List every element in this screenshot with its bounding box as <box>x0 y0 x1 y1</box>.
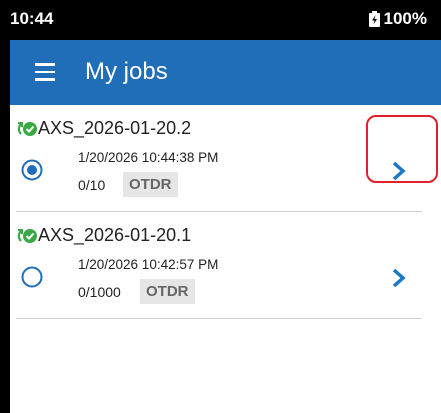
page-title: My jobs <box>85 58 168 85</box>
status-bar: 10:44 100% <box>0 0 441 40</box>
job-datetime: 1/20/2026 10:44:38 PM <box>78 150 219 165</box>
sync-check-icon <box>17 122 37 136</box>
radio-selected[interactable] <box>21 159 43 181</box>
list-divider <box>16 318 422 319</box>
job-count: 0/1000 <box>78 284 121 300</box>
job-list: AXS_2026-01-20.2 1/20/2026 10:44:38 PM 0… <box>10 105 441 413</box>
app-bar: My jobs <box>10 40 441 105</box>
status-time: 10:44 <box>10 9 54 28</box>
sync-check-icon <box>17 229 37 243</box>
job-list-item[interactable]: AXS_2026-01-20.1 1/20/2026 10:42:57 PM 0… <box>10 212 441 318</box>
radio-unselected[interactable] <box>21 266 43 288</box>
job-datetime: 1/20/2026 10:42:57 PM <box>78 257 219 272</box>
battery-icon <box>368 11 380 27</box>
job-list-item[interactable]: AXS_2026-01-20.2 1/20/2026 10:44:38 PM 0… <box>10 105 441 211</box>
screen: 10:44 100% My jobs AXS_2026-01-20.2 1/20 <box>0 0 441 413</box>
job-name: AXS_2026-01-20.2 <box>38 118 192 138</box>
job-count: 0/10 <box>78 177 106 193</box>
job-name: AXS_2026-01-20.1 <box>38 225 192 245</box>
hamburger-menu-icon[interactable] <box>35 63 55 81</box>
chevron-right-icon[interactable] <box>389 266 409 290</box>
chevron-right-icon[interactable] <box>389 159 409 183</box>
job-type-badge: OTDR <box>123 172 178 197</box>
battery-level: 100% <box>383 9 427 28</box>
job-type-badge: OTDR <box>140 279 195 304</box>
battery-indicator: 100% <box>368 9 427 29</box>
